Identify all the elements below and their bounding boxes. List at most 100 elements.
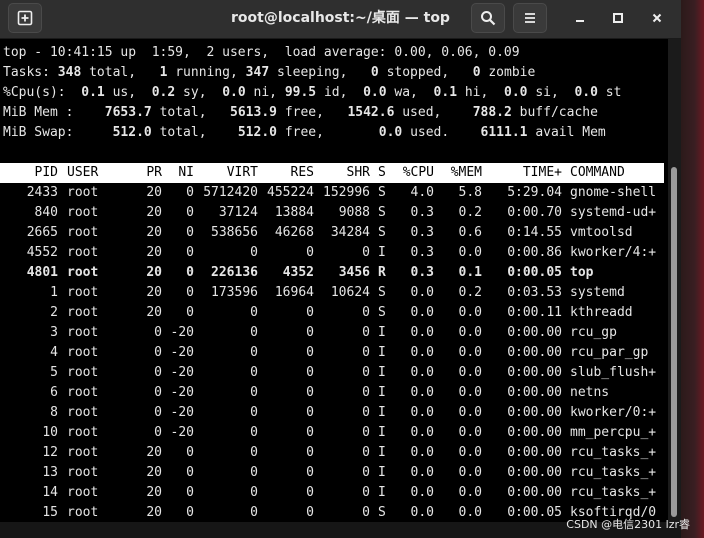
cell-res: 0 xyxy=(306,345,314,360)
cell-shr: 0 xyxy=(362,385,370,400)
cell-state: S xyxy=(378,225,386,240)
cell-res: 0 xyxy=(306,365,314,380)
cell-time: 0:00.00 xyxy=(507,425,562,440)
column-header-pid: PID xyxy=(34,165,58,180)
cell-time: 0:00.00 xyxy=(507,325,562,340)
cell-mem: 0.2 xyxy=(458,205,482,220)
scrollbar[interactable] xyxy=(668,39,681,522)
cell-user: root xyxy=(67,305,99,320)
cell-shr: 0 xyxy=(362,365,370,380)
cell-ni: 0 xyxy=(186,305,194,320)
cell-time: 0:03.53 xyxy=(507,285,562,300)
search-icon xyxy=(481,11,496,26)
table-row: 12 root 20 0 0 0 0 I 0.0 0.0 0:00.00 rcu_tasks_+ xyxy=(0,443,664,463)
menu-button[interactable] xyxy=(513,3,547,33)
column-header-user: USER xyxy=(67,165,99,180)
cell-time: 0:00.00 xyxy=(507,485,562,500)
cell-command: rcu_tasks_+ xyxy=(570,485,657,500)
cell-user: root xyxy=(67,285,99,300)
cell-ni: 0 xyxy=(186,245,194,260)
cell-res: 0 xyxy=(306,325,314,340)
minimize-button[interactable] xyxy=(563,3,597,33)
cell-pid: 3 xyxy=(50,325,58,340)
cell-pid: 1 xyxy=(50,285,58,300)
cell-user: root xyxy=(67,365,99,380)
cell-command: rcu_tasks_+ xyxy=(570,445,657,460)
cell-shr: 0 xyxy=(362,465,370,480)
cell-mem: 0.0 xyxy=(458,485,482,500)
cell-shr: 0 xyxy=(362,405,370,420)
cell-user: root xyxy=(67,225,99,240)
cell-user: root xyxy=(67,245,99,260)
cell-pid: 4 xyxy=(50,345,58,360)
cell-virt: 5712420 xyxy=(203,185,258,200)
cell-user: root xyxy=(67,425,99,440)
cell-pr: 20 xyxy=(146,445,162,460)
close-button[interactable] xyxy=(640,3,674,33)
column-header-row: PID USER PR NI VIRT RES SHR S %CPU %MEM TIME+ COMMA… xyxy=(0,163,664,183)
cell-ni: -20 xyxy=(170,385,194,400)
new-tab-button[interactable] xyxy=(8,3,42,33)
cell-shr: 9088 xyxy=(338,205,370,220)
cell-pid: 5 xyxy=(50,365,58,380)
cell-pid: 2433 xyxy=(26,185,58,200)
cell-shr: 3456 xyxy=(338,265,370,280)
column-header-pr: PR xyxy=(146,165,162,180)
cell-cpu: 0.0 xyxy=(410,365,434,380)
uptime-line: top - 10:41:15 up 1:59, 2 users, load av… xyxy=(3,45,520,60)
cell-time: 0:00.00 xyxy=(507,365,562,380)
cell-state: I xyxy=(378,365,386,380)
cell-pid: 12 xyxy=(42,445,58,460)
cell-res: 0 xyxy=(306,485,314,500)
cell-pr: 20 xyxy=(146,305,162,320)
cell-time: 0:00.05 xyxy=(507,505,562,520)
cell-command: netns xyxy=(570,385,610,400)
cell-shr: 0 xyxy=(362,245,370,260)
cell-command: systemd-ud+ xyxy=(570,205,657,220)
cell-cpu: 0.0 xyxy=(410,485,434,500)
cell-mem: 0.0 xyxy=(458,385,482,400)
cell-ni: 0 xyxy=(186,265,194,280)
cell-state: S xyxy=(378,285,386,300)
cell-command: rcu_par_gp xyxy=(570,345,649,360)
cell-shr: 0 xyxy=(362,325,370,340)
cell-shr: 10624 xyxy=(330,285,370,300)
cell-virt: 0 xyxy=(250,485,258,500)
search-button[interactable] xyxy=(471,3,505,33)
cell-ni: 0 xyxy=(186,445,194,460)
scrollbar-thumb[interactable] xyxy=(671,167,677,517)
cell-mem: 0.0 xyxy=(458,505,482,520)
cell-res: 46268 xyxy=(274,225,314,240)
watermark: CSDN @电信2301 lzr睿 xyxy=(566,518,690,531)
cell-pid: 6 xyxy=(50,385,58,400)
cell-res: 0 xyxy=(306,245,314,260)
cell-state: I xyxy=(378,345,386,360)
cell-pid: 4552 xyxy=(26,245,58,260)
cell-virt: 226136 xyxy=(211,265,258,280)
cell-pr: 0 xyxy=(154,405,162,420)
cell-pr: 0 xyxy=(154,425,162,440)
cell-state: R xyxy=(378,265,386,280)
table-row: 8 root 0 -20 0 0 0 I 0.0 0.0 0:00.00 kworker/0:+ xyxy=(0,403,664,423)
cell-user: root xyxy=(67,385,99,400)
cell-pid: 15 xyxy=(42,505,58,520)
column-header-command: COMMAND xyxy=(570,165,625,180)
cell-pr: 20 xyxy=(146,245,162,260)
cell-ni: -20 xyxy=(170,325,194,340)
table-row: 1 root 20 0 173596 16964 10624 S 0.0 0.2 0:03.53 sy… xyxy=(0,283,664,303)
cell-command: mm_percpu_+ xyxy=(570,425,657,440)
cell-ni: -20 xyxy=(170,365,194,380)
cell-virt: 0 xyxy=(250,385,258,400)
terminal-content[interactable]: top - 10:41:15 up 1:59, 2 users, load av… xyxy=(0,39,668,522)
cell-time: 0:00.86 xyxy=(507,245,562,260)
cell-state: I xyxy=(378,465,386,480)
cell-user: root xyxy=(67,205,99,220)
cell-mem: 0.0 xyxy=(458,465,482,480)
cell-shr: 0 xyxy=(362,445,370,460)
cell-res: 0 xyxy=(306,505,314,520)
cell-cpu: 0.0 xyxy=(410,285,434,300)
cell-cpu: 0.0 xyxy=(410,345,434,360)
column-header-res: RES xyxy=(290,165,314,180)
cell-virt: 0 xyxy=(250,345,258,360)
maximize-button[interactable] xyxy=(601,3,635,33)
